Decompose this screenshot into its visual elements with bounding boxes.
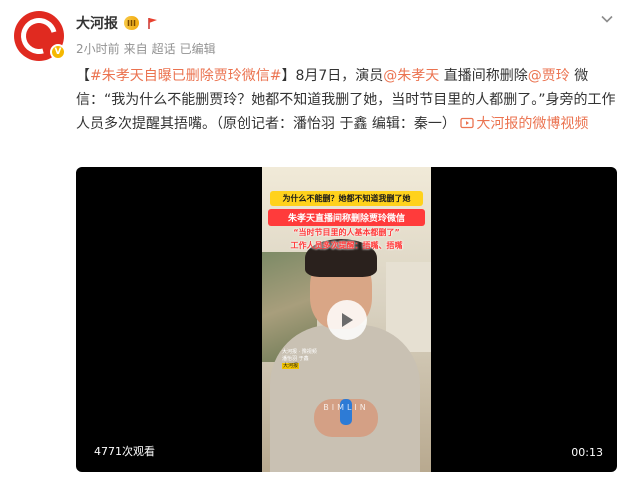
mention-zhuxiaotian-link[interactable]: @朱孝天 xyxy=(383,68,439,84)
video-source-link[interactable]: 大河报的微博视频 xyxy=(460,116,588,132)
video-watermark: BIMLIN xyxy=(323,403,369,412)
mention-jialing-link[interactable]: @贾玲 xyxy=(528,68,570,84)
post-text-2: 直播间称删除 xyxy=(439,68,528,84)
video-link-label: 大河报的微博视频 xyxy=(476,116,589,132)
more-options-button[interactable] xyxy=(598,10,616,28)
edited-label: 已编辑 xyxy=(179,42,216,56)
bracket-open: 【 xyxy=(76,68,90,84)
video-lower-third: 大河报 · 豫视频 潘怡羽 于鑫 大河报 xyxy=(282,349,354,370)
bracket-close: 】 xyxy=(281,68,296,84)
video-caption-3: “当时节目里的人基本都删了” xyxy=(293,228,400,237)
video-link-icon xyxy=(460,117,475,129)
video-duration: 00:13 xyxy=(571,446,603,459)
weibo-post-card: V 大河报 III 2小时前 来自 超话 已编辑 【#朱孝天自曝已删除贾玲微信#… xyxy=(0,0,630,483)
post-time[interactable]: 2小时前 xyxy=(76,40,120,57)
lower-third-line-1: 大河报 · 豫视频 xyxy=(282,349,317,355)
lower-third-line-2: 潘怡羽 于鑫 xyxy=(282,356,309,362)
play-icon xyxy=(342,313,353,327)
chevron-down-icon xyxy=(601,15,613,23)
author-row: 大河报 III xyxy=(76,13,159,33)
source-prefix: 来自 xyxy=(123,42,148,56)
video-caption-1: 为什么不能删？她都不知道我删了她 xyxy=(270,191,423,206)
author-name[interactable]: 大河报 xyxy=(76,13,118,33)
post-text-1: 8月7日，演员 xyxy=(295,68,384,84)
lower-third-highlight: 大河报 xyxy=(282,363,300,369)
red-flag-icon[interactable] xyxy=(145,16,159,30)
vip-level-badge[interactable]: III xyxy=(124,16,139,30)
post-meta: 2小时前 来自 超话 已编辑 xyxy=(76,40,216,57)
video-player[interactable]: 为什么不能删？她都不知道我删了她 朱孝天直播间称删除贾玲微信 “当时节目里的人基… xyxy=(76,167,617,472)
verified-badge-icon: V xyxy=(50,44,66,60)
post-source[interactable]: 超话 xyxy=(152,40,176,57)
video-caption-2: 朱孝天直播间称删除贾玲微信 xyxy=(268,209,425,226)
topic-hashtag-link[interactable]: #朱孝天自曝已删除贾玲微信# xyxy=(90,68,281,84)
post-body: 【#朱孝天自曝已删除贾玲微信#】8月7日，演员@朱孝天 直播间称删除@贾玲 微信… xyxy=(76,64,616,136)
view-count: 4771次观看 xyxy=(94,445,155,458)
video-caption-4: 工作人员多次提醒：捂嘴、捂嘴 xyxy=(290,241,403,250)
play-button[interactable] xyxy=(327,300,367,340)
